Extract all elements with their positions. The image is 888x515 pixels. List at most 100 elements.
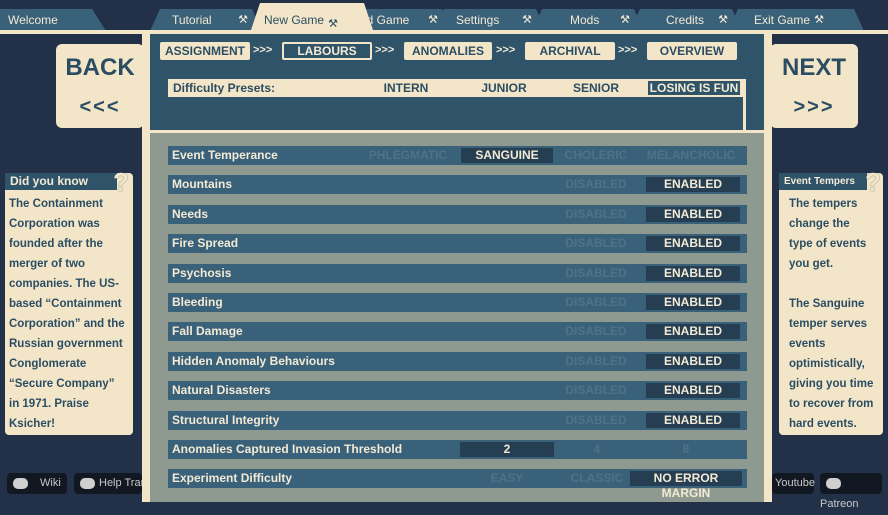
help-label: Help Trans <box>99 477 142 489</box>
tip-body: The tempers change the type of events you g… <box>789 194 873 434</box>
tip-line: optimistically, <box>789 358 865 370</box>
wiki-button[interactable]: Wiki <box>7 473 67 494</box>
back-label: BACK <box>65 54 135 81</box>
option-row: Natural Disasters DISABLED ENABLED <box>168 381 747 400</box>
preset-senior[interactable]: SENIOR <box>564 79 628 97</box>
tip-line: in 1971. Praise <box>9 398 89 410</box>
step-assignment[interactable]: ASSIGNMENT <box>160 42 250 60</box>
option-row: Event Temperance PHLEGMATIC SANGUINE CHOLER… <box>168 146 747 165</box>
discord-icon <box>80 477 95 489</box>
tip-line: The Containment <box>9 198 103 210</box>
presets-area <box>168 97 746 130</box>
patreon-label: Patreon <box>820 498 859 510</box>
option-label: Mountains <box>172 177 232 191</box>
option-choice[interactable]: NO ERROR MARGIN <box>630 471 742 500</box>
preset-junior[interactable]: JUNIOR <box>472 79 536 97</box>
tip-line: companies. The US- <box>9 278 119 290</box>
option-row: Fire Spread DISABLED ENABLED <box>168 234 747 253</box>
tab-label: Exit Game <box>754 13 811 27</box>
option-choice[interactable]: 8 <box>630 442 742 457</box>
option-choice[interactable]: DISABLED <box>550 383 642 398</box>
step-overview[interactable]: OVERVIEW <box>647 42 737 60</box>
option-choice[interactable]: ENABLED <box>646 177 740 192</box>
discord-icon <box>13 477 28 489</box>
tab-settings[interactable]: Settings ⚒ <box>434 9 546 31</box>
option-choice[interactable]: ENABLED <box>646 236 740 251</box>
tip-line: Ksicher! <box>9 418 56 430</box>
help-translate-button[interactable]: Help Trans <box>74 473 142 494</box>
wiki-label: Wiki <box>40 477 61 489</box>
hammer-icon: ⚒ <box>620 14 630 26</box>
hammer-icon: ⚒ <box>814 14 824 26</box>
next-button[interactable]: NEXT >>> <box>770 44 858 128</box>
tip-line: “Secure Company” <box>9 378 115 390</box>
next-arrows: >>> <box>793 96 835 118</box>
tab-tutorial[interactable]: Tutorial ⚒ <box>150 9 262 31</box>
option-label: Structural Integrity <box>172 413 280 427</box>
back-button[interactable]: BACK <<< <box>56 44 144 128</box>
option-label: Fall Damage <box>172 324 243 338</box>
tab-label: Credits <box>666 13 705 27</box>
option-label: Experiment Difficulty <box>172 471 293 485</box>
hammer-icon: ⚒ <box>238 14 248 26</box>
tip-did-you-know: Did you know ? The Containment Corporatio… <box>5 167 133 435</box>
tab-new-game[interactable]: New Game ⚒ <box>250 3 374 33</box>
preset-intern[interactable]: INTERN <box>374 79 438 97</box>
option-choice[interactable]: DISABLED <box>550 266 642 281</box>
tab-welcome[interactable]: Welcome <box>0 9 106 31</box>
tab-label: Tutorial <box>172 13 212 27</box>
option-choice[interactable]: ENABLED <box>646 295 740 310</box>
tip-line: you get. <box>789 258 834 270</box>
youtube-button[interactable]: Youtube <box>772 473 815 494</box>
option-choice[interactable]: ENABLED <box>646 383 740 398</box>
option-choice[interactable]: ENABLED <box>646 266 740 281</box>
option-row: Mountains DISABLED ENABLED <box>168 175 747 194</box>
option-choice[interactable]: DISABLED <box>550 207 642 222</box>
back-arrows: <<< <box>79 96 121 118</box>
next-label: NEXT <box>781 54 846 81</box>
tab-label: Welcome <box>8 13 58 27</box>
step-labours[interactable]: LABOURS <box>282 42 372 60</box>
option-choice[interactable]: DISABLED <box>550 236 642 251</box>
option-choice[interactable]: ENABLED <box>646 324 740 339</box>
option-choice[interactable]: EASY <box>460 471 554 486</box>
tab-credits[interactable]: Credits ⚒ <box>630 9 742 31</box>
hammer-icon: ⚒ <box>718 14 728 26</box>
option-label: Anomalies Captured Invasion Threshold <box>172 442 403 456</box>
option-choice[interactable]: DISABLED <box>550 354 642 369</box>
step-separator: >>> <box>253 44 273 56</box>
tab-exit-game[interactable]: Exit Game ⚒ <box>728 9 864 31</box>
tip-line: founded after the <box>9 238 103 250</box>
option-choice[interactable]: CHOLERIC <box>554 148 638 163</box>
presets-label: Difficulty Presets: <box>173 81 276 95</box>
option-row: Bleeding DISABLED ENABLED <box>168 293 747 312</box>
option-row: Experiment Difficulty EASY CLASSIC NO ERROR… <box>168 469 747 500</box>
step-anomalies[interactable]: ANOMALIES <box>404 42 492 60</box>
tip-line: hard events. <box>789 418 857 430</box>
option-choice[interactable]: DISABLED <box>550 413 642 428</box>
option-choice[interactable]: DISABLED <box>550 295 642 310</box>
option-choice[interactable]: 2 <box>460 442 554 457</box>
option-choice[interactable]: ENABLED <box>646 354 740 369</box>
preset-losing-is-fun[interactable]: LOSING IS FUN <box>648 81 740 95</box>
option-choice[interactable]: DISABLED <box>550 324 642 339</box>
option-choice[interactable]: ENABLED <box>646 207 740 222</box>
option-label: Fire Spread <box>172 236 239 250</box>
step-archival[interactable]: ARCHIVAL <box>525 42 615 60</box>
option-choice[interactable]: SANGUINE <box>461 148 553 163</box>
option-choice[interactable]: DISABLED <box>550 177 642 192</box>
tip-event-tempers: Event Tempers ? The tempers change the typ… <box>779 167 883 435</box>
option-choice[interactable]: MELANCHOLIC <box>645 148 737 163</box>
patreon-button[interactable]: Patreon <box>820 473 882 510</box>
tip-line: Corporation was <box>9 218 100 230</box>
option-choice[interactable]: PHLEGMATIC <box>366 148 450 163</box>
option-row: Psychosis DISABLED ENABLED <box>168 264 747 283</box>
option-choice[interactable]: ENABLED <box>646 413 740 428</box>
tab-mods[interactable]: Mods ⚒ <box>532 9 644 31</box>
option-row: Hidden Anomaly Behaviours DISABLED ENABLED <box>168 352 747 371</box>
tip-line: Russian government <box>9 338 123 350</box>
option-label: Event Temperance <box>172 148 278 162</box>
tip-line: temper serves <box>789 318 867 330</box>
tab-label: New Game <box>264 13 325 27</box>
tab-label: Mods <box>570 13 600 27</box>
